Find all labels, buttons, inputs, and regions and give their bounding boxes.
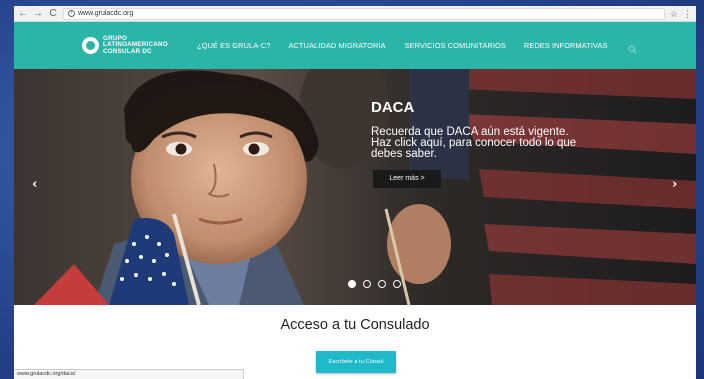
logo-icon [82, 37, 99, 54]
hero-image [14, 69, 696, 305]
nav-servicios-comunitarios[interactable]: SERVICIOS COMUNITARIOS [405, 41, 506, 50]
hero-slider[interactable]: ‹ › DACA Recuerda que DACA aún está vige… [14, 69, 696, 305]
hero-title: DACA [371, 99, 415, 116]
slider-next-icon[interactable]: › [672, 177, 677, 192]
slider-dots [348, 280, 401, 288]
logo-text: GRUPO LATINOAMERICANO CONSULAR DC [103, 34, 168, 55]
read-more-button[interactable]: Leer más > [373, 170, 441, 188]
nav-que-es-grula[interactable]: ¿QUÉ ES GRULA-C? [197, 41, 270, 50]
section-title: Acceso a tu Consulado [280, 317, 430, 333]
hero-caption: DACA Recuerda que DACA aún está vigente.… [371, 99, 591, 188]
address-bar[interactable]: i www.grulacdc.org [63, 7, 665, 20]
bookmark-star-icon[interactable]: ☆ [670, 6, 678, 22]
slider-prev-icon[interactable]: ‹ [32, 177, 37, 192]
slider-dot-3[interactable] [378, 280, 386, 288]
write-consul-button[interactable]: Escríbele a tu Cónsul [316, 351, 396, 373]
slider-dot-1[interactable] [348, 280, 356, 288]
slider-dot-2[interactable] [363, 280, 371, 288]
url-text[interactable]: www.grulacdc.org [78, 10, 133, 17]
forward-icon[interactable]: → [33, 6, 43, 22]
status-bar-url: www.grulacdc.org/daca/ [14, 369, 244, 379]
reload-icon[interactable]: C [48, 6, 58, 22]
site-logo[interactable]: GRUPO LATINOAMERICANO CONSULAR DC [82, 34, 192, 56]
search-icon[interactable] [627, 41, 637, 54]
slider-dot-4[interactable] [393, 280, 401, 288]
nav-actualidad-migratoria[interactable]: ACTUALIDAD MIGRATORIA [288, 41, 385, 50]
hero-text[interactable]: Recuerda que DACA aún está vigente. Haz … [371, 126, 591, 160]
browser-menu-icon[interactable]: ⋮ [683, 6, 692, 22]
browser-window: ← → C i www.grulacdc.org ☆ ⋮ GRUPO LATIN… [14, 6, 696, 379]
site-header: GRUPO LATINOAMERICANO CONSULAR DC ¿QUÉ E… [14, 22, 696, 69]
back-icon[interactable]: ← [18, 6, 28, 22]
main-nav: ¿QUÉ ES GRULA-C? ACTUALIDAD MIGRATORIA S… [197, 41, 637, 54]
info-icon[interactable]: i [68, 10, 75, 17]
nav-redes-informativas[interactable]: REDES INFORMATIVAS [524, 41, 608, 50]
browser-toolbar: ← → C i www.grulacdc.org ☆ ⋮ [14, 6, 696, 22]
